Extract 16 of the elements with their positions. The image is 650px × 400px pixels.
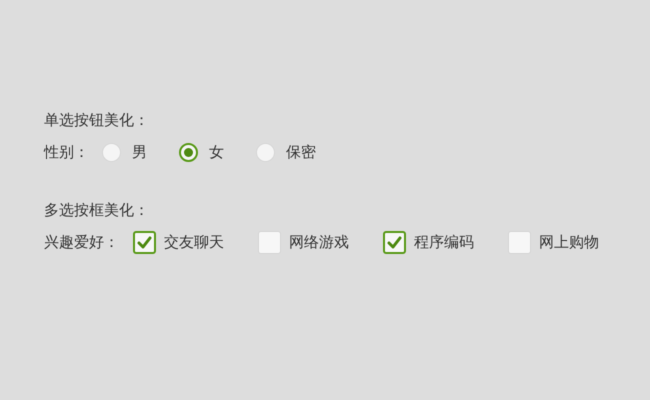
radio-button[interactable]	[179, 142, 198, 162]
checkbox[interactable]	[383, 230, 406, 254]
option-label: 网上购物	[539, 232, 599, 252]
option-label: 交友聊天	[164, 232, 224, 252]
option-label: 女	[209, 142, 224, 162]
option-label: 网络游戏	[289, 232, 349, 252]
option-label: 男	[132, 142, 147, 162]
field-label: 性别：	[44, 142, 90, 162]
checkbox[interactable]	[133, 230, 156, 254]
section-title: 多选按框美化：	[44, 200, 149, 221]
option-label: 程序编码	[414, 232, 474, 252]
check-icon	[387, 236, 402, 248]
check-icon	[137, 236, 152, 248]
field-label: 兴趣爱好：	[44, 232, 120, 252]
option-label: 保密	[286, 142, 316, 162]
section-title: 单选按钮美化：	[44, 110, 149, 131]
